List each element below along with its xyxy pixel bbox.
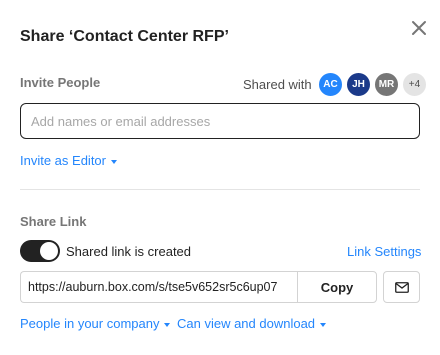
copy-button[interactable]: Copy [297,271,377,303]
invite-input[interactable] [20,103,420,139]
toggle-label: Shared link is created [66,244,192,259]
caret-down-icon [320,322,327,327]
dialog-title: Share ‘Contact Center RFP’ [20,28,229,45]
more-collaborators-badge[interactable]: +4 [402,72,427,97]
divider [20,189,420,190]
share-link-label: Share Link [20,214,87,229]
envelope-icon [394,281,409,293]
shared-with-label: Shared with [243,77,312,92]
avatar[interactable]: AC [318,72,343,97]
invite-role-dropdown[interactable]: Invite as Editor [20,153,117,168]
audience-dropdown[interactable]: People in your company [20,316,171,331]
permission-dropdown[interactable]: Can view and download [177,316,327,331]
toggle-knob [40,242,58,260]
close-button[interactable] [410,19,428,37]
invite-role-label: Invite as Editor [20,153,106,168]
share-dialog: Share ‘Contact Center RFP’ Invite People… [0,0,440,355]
collaborator-avatars[interactable]: AC JH MR +4 [318,72,430,97]
shared-link-toggle[interactable] [20,240,60,262]
avatar[interactable]: JH [346,72,371,97]
audience-label: People in your company [20,316,160,331]
shared-link-url-field[interactable] [20,271,297,303]
invite-people-label: Invite People [20,75,101,90]
caret-down-icon [111,159,117,164]
avatar[interactable]: MR [374,72,399,97]
close-icon [412,21,426,35]
email-link-button[interactable] [383,271,420,303]
link-settings-link[interactable]: Link Settings [347,244,421,259]
shared-link-group: Copy [20,271,377,303]
caret-down-icon [164,322,171,327]
permission-label: Can view and download [177,316,316,331]
